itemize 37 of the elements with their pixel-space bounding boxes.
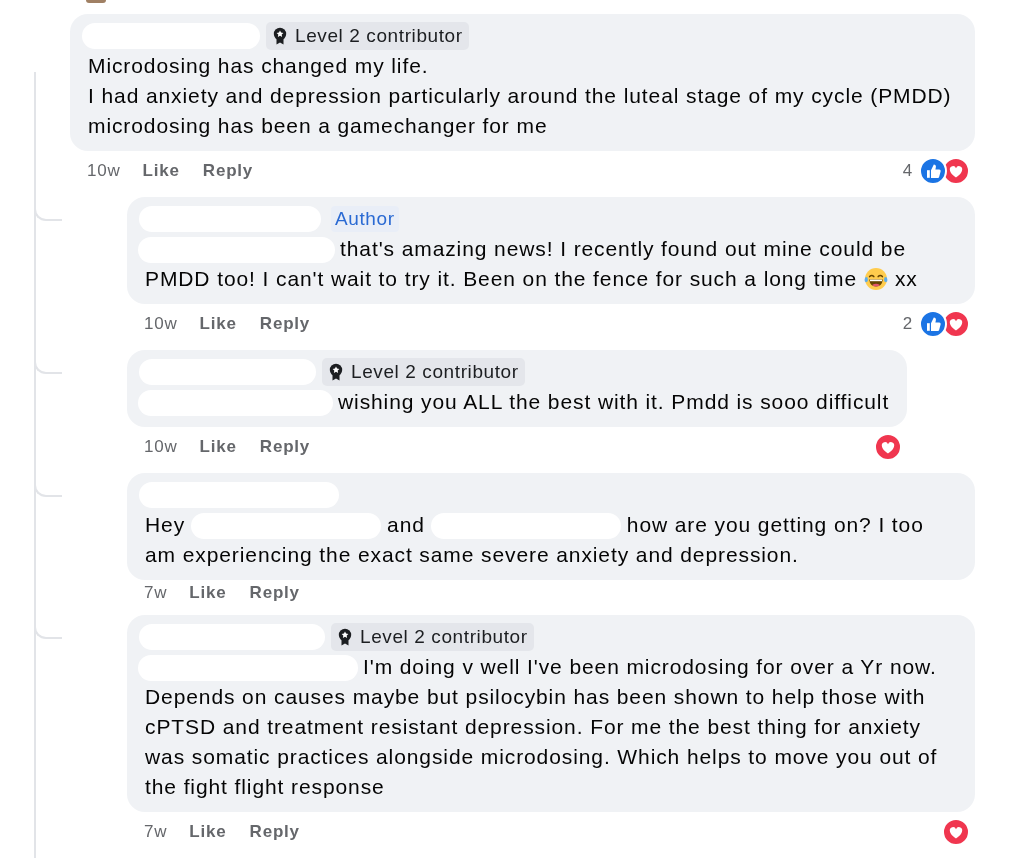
reply-button[interactable]: Reply xyxy=(202,161,254,181)
comment-text: Microdosing has changed my life. I had anxiety and depression particularly around the luteal stage of my cycle (PMDD) microdosing has been a gamechanger for me xyxy=(88,53,953,139)
avatar-photo xyxy=(86,0,106,3)
heart-reaction-icon[interactable] xyxy=(874,433,903,461)
comment-time: 7w xyxy=(144,822,168,842)
medal-icon xyxy=(338,628,352,646)
like-button[interactable]: Like xyxy=(189,583,227,603)
thumbs-up-reaction-icon[interactable] xyxy=(919,157,947,185)
thumbs-up-reaction-icon[interactable] xyxy=(919,310,947,338)
badge-label: Level 2 contributor xyxy=(360,626,528,648)
comment-time: 7w xyxy=(144,583,168,603)
comment-time: 10w xyxy=(87,161,121,181)
comment-time: 10w xyxy=(144,437,178,457)
like-button[interactable]: Like xyxy=(199,437,237,457)
medal-icon xyxy=(329,363,343,381)
medal-icon xyxy=(273,27,287,45)
reply-button[interactable]: Reply xyxy=(249,583,300,603)
heart-reaction-icon[interactable] xyxy=(942,818,970,846)
reaction-count[interactable]: 2 xyxy=(902,314,913,334)
comment-time: 10w xyxy=(144,314,178,334)
heart-reaction-icon[interactable] xyxy=(942,157,970,185)
author-tag: Author xyxy=(331,206,399,232)
reply-button[interactable]: Reply xyxy=(259,437,311,457)
badge-label: Level 2 contributor xyxy=(351,361,519,383)
like-button[interactable]: Like xyxy=(199,314,237,334)
reaction-count[interactable]: 4 xyxy=(902,161,913,181)
comment-text: that's amazing news! I recently found out mine could be PMDD too! I can't wait to try it. Been on the fence for such a long time xx xyxy=(145,234,957,294)
reply-button[interactable]: Reply xyxy=(249,822,300,842)
reply-button[interactable]: Reply xyxy=(259,314,311,334)
laughing-emoji-icon xyxy=(863,267,888,291)
heart-reaction-icon[interactable] xyxy=(942,310,970,338)
badge-label: Level 2 contributor xyxy=(295,25,463,47)
like-button[interactable]: Like xyxy=(189,822,227,842)
comment-text: Hey and how are you getting on? I too am experiencing the exact same severe anxiety and depression. xyxy=(145,512,925,568)
comment-text: I'm doing v well I've been microdosing for over a Yr now. Depends on causes maybe but psilocybin has been shown to help those with cPTSD and treatment resistant depression. For me the best thing for anxiety was somatic practices alongside microdosing. Which helps to move you out of the fight flight response xyxy=(145,652,957,802)
comment-text: wishing you ALL the best with it. Pmdd is sooo difficult xyxy=(145,387,890,417)
like-button[interactable]: Like xyxy=(142,161,180,181)
